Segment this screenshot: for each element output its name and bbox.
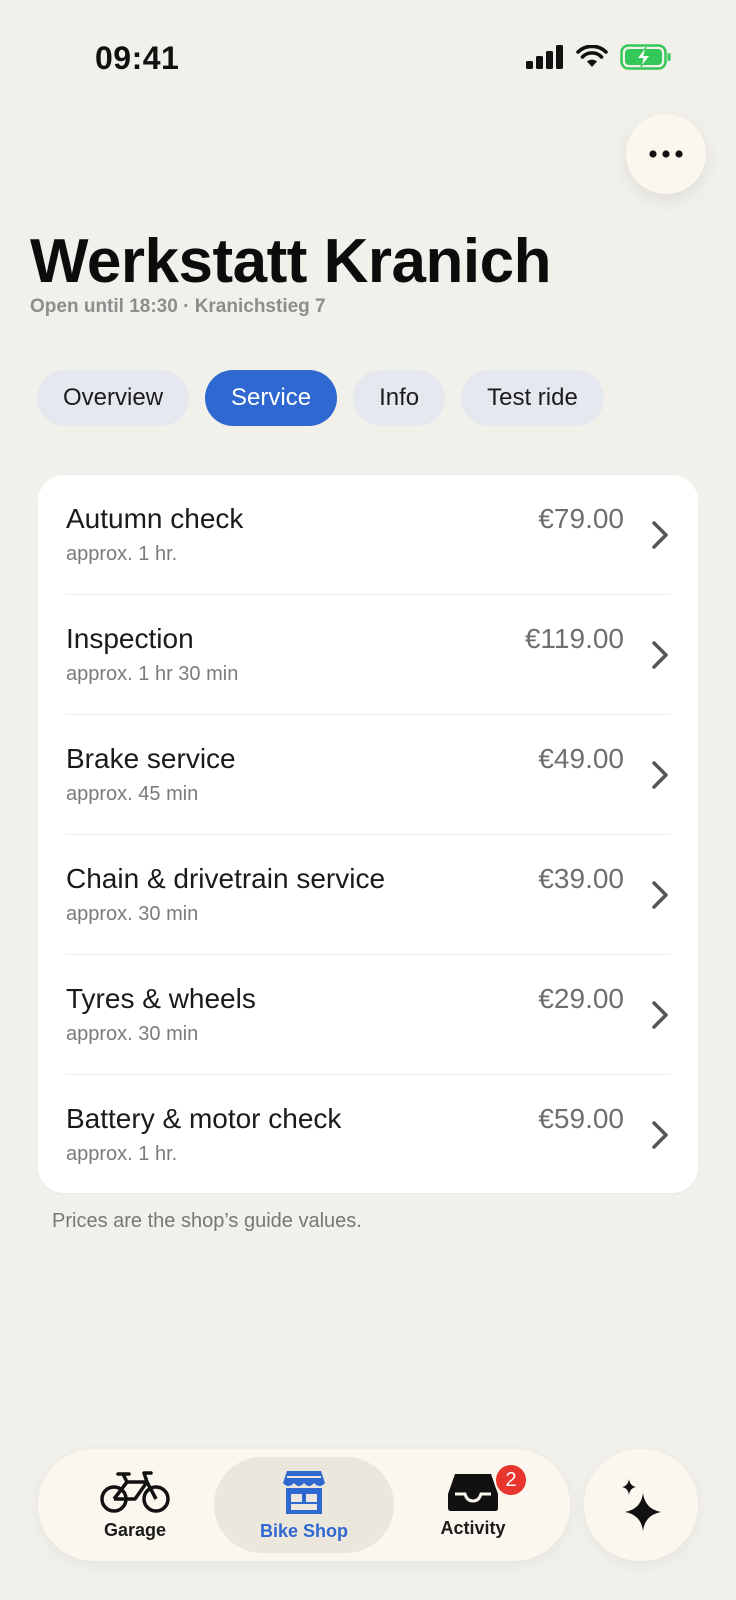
activity-notification-badge: 2 <box>494 1463 528 1497</box>
nav-garage[interactable]: Garage <box>80 1449 190 1561</box>
assistant-button[interactable] <box>584 1449 698 1561</box>
service-name: Chain & drivetrain service <box>66 863 386 894</box>
service-name: Battery & motor check <box>66 1103 342 1134</box>
service-row-chain-drivetrain[interactable]: Chain & drivetrain service approx. 30 mi… <box>66 835 670 955</box>
service-duration: approx. 30 min <box>66 903 199 925</box>
service-row-battery-motor[interactable]: Battery & motor check approx. 1 hr. €59.… <box>66 1075 670 1193</box>
service-duration: approx. 1 hr. <box>66 1143 178 1165</box>
chevron-right-icon <box>652 641 668 669</box>
nav-label: Garage <box>103 1519 167 1540</box>
sparkles-icon <box>622 1479 661 1531</box>
wifi-icon <box>576 45 608 67</box>
bottom-tab-bar: Garage Bike Shop Activity 2 <box>38 1449 570 1561</box>
chevron-right-icon <box>652 881 668 909</box>
nav-label: Activity <box>440 1517 506 1538</box>
service-duration: approx. 1 hr 30 min <box>66 663 239 685</box>
service-duration: approx. 1 hr. <box>66 543 178 565</box>
service-price: €119.00 <box>524 623 624 654</box>
ellipsis-icon <box>649 150 683 158</box>
service-name: Tyres & wheels <box>66 983 256 1014</box>
service-price: €29.00 <box>538 983 624 1014</box>
service-duration: approx. 30 min <box>66 1023 199 1045</box>
service-row-tyres-wheels[interactable]: Tyres & wheels approx. 30 min €29.00 <box>66 955 670 1075</box>
service-list: Autumn check approx. 1 hr. €79.00 Inspec… <box>38 475 698 1193</box>
service-price: €49.00 <box>538 743 624 774</box>
segment-tabs: Overview Service Info Test ride <box>37 370 604 426</box>
status-time: 09:41 <box>95 40 180 76</box>
chevron-right-icon <box>652 1121 668 1149</box>
more-options-button[interactable] <box>626 114 706 194</box>
status-icons <box>526 44 672 70</box>
chevron-right-icon <box>652 521 668 549</box>
storefront-icon <box>283 1470 325 1514</box>
battery-charging-icon <box>620 44 671 70</box>
nav-bike-shop[interactable]: Bike Shop <box>234 1449 374 1561</box>
service-row-brake-service[interactable]: Brake service approx. 45 min €49.00 <box>66 715 670 835</box>
price-footnote: Prices are the shop’s guide values. <box>52 1210 362 1232</box>
chevron-right-icon <box>652 1001 668 1029</box>
tab-service[interactable]: Service <box>205 370 338 426</box>
inbox-tray-icon <box>448 1473 498 1511</box>
service-duration: approx. 45 min <box>66 783 199 805</box>
bicycle-icon <box>100 1470 170 1513</box>
tab-test-ride[interactable]: Test ride <box>461 370 604 426</box>
page-subtitle: Open until 18:30 · Kranichstieg 7 <box>30 296 326 317</box>
service-name: Inspection <box>66 623 194 654</box>
nav-label: Bike Shop <box>259 1520 348 1541</box>
service-name: Brake service <box>66 743 236 774</box>
service-price: €79.00 <box>538 503 624 534</box>
service-row-autumn-check[interactable]: Autumn check approx. 1 hr. €79.00 <box>66 475 670 595</box>
service-row-inspection[interactable]: Inspection approx. 1 hr 30 min €119.00 <box>66 595 670 715</box>
chevron-right-icon <box>652 761 668 789</box>
service-price: €39.00 <box>538 863 624 894</box>
service-price: €59.00 <box>538 1103 624 1134</box>
page-title: Werkstatt Kranich <box>30 227 551 296</box>
service-name: Autumn check <box>66 503 244 534</box>
cellular-signal-icon <box>526 45 563 69</box>
tab-overview[interactable]: Overview <box>37 370 190 426</box>
tab-info[interactable]: Info <box>353 370 446 426</box>
status-bar: 09:41 <box>0 0 736 120</box>
